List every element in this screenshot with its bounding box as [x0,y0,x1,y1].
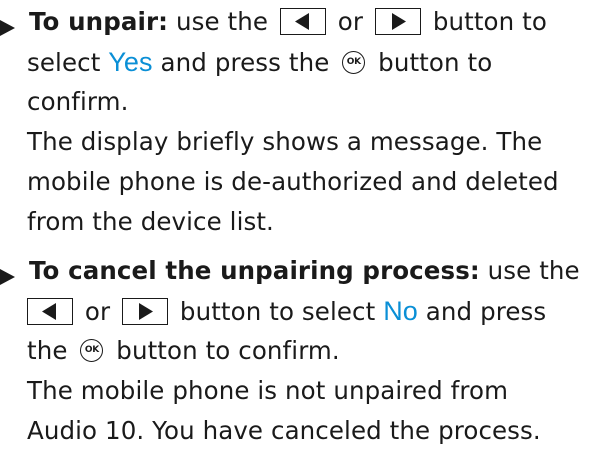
unpair-result-2: mobile phone is de-authorized and delete… [27,167,559,196]
ok-button-icon: OK [342,50,366,74]
option-no: No [383,296,418,326]
text-fragment: use the [479,256,580,285]
text-fragment: or [77,297,119,326]
text-fragment: button to [370,48,493,77]
left-arrow-button-icon [27,297,73,325]
unpair-result-3: from the device list. [27,207,274,236]
left-arrow-button-icon [279,7,326,35]
cancel-lead: To cancel the unpairing process: [29,256,480,285]
unpair-line-3: confirm. [27,82,129,122]
bullet-triangle-icon [0,269,15,285]
ok-label: OK [84,344,99,355]
text-fragment: use the [168,7,276,36]
ok-label: OK [346,56,361,67]
text-fragment: the [27,336,76,365]
cancel-line-1: To cancel the unpairing process: use the [29,251,580,291]
text-fragment: button to [424,7,547,36]
cancel-result-2: Audio 10. You have canceled the process. [27,416,541,445]
text-fragment: button to confirm. [108,336,340,365]
right-arrow-button-icon [122,297,169,325]
text-fragment: and press [417,297,547,326]
text-fragment: confirm. [27,87,129,116]
text-fragment: select [27,48,109,77]
right-arrow-button-icon [374,7,421,35]
cancel-line-3: the OK button to confirm. [27,331,340,371]
cancel-result-1: The mobile phone is not unpaired from [27,376,509,405]
text-fragment: button to select [172,297,384,326]
option-yes: Yes [108,47,153,77]
ok-button-icon: OK [80,338,104,362]
unpair-line-2: select Yes and press the OK button to [27,42,492,82]
unpair-result-1: The display briefly shows a message. The [27,127,543,156]
bullet-triangle-icon [0,20,15,36]
text-fragment: and press the [152,48,338,77]
unpair-line-1: To unpair: use the or button to [29,2,547,42]
unpair-lead: To unpair: [29,7,169,36]
text-fragment: or [329,7,371,36]
cancel-line-2: or button to select No and press [27,291,546,331]
